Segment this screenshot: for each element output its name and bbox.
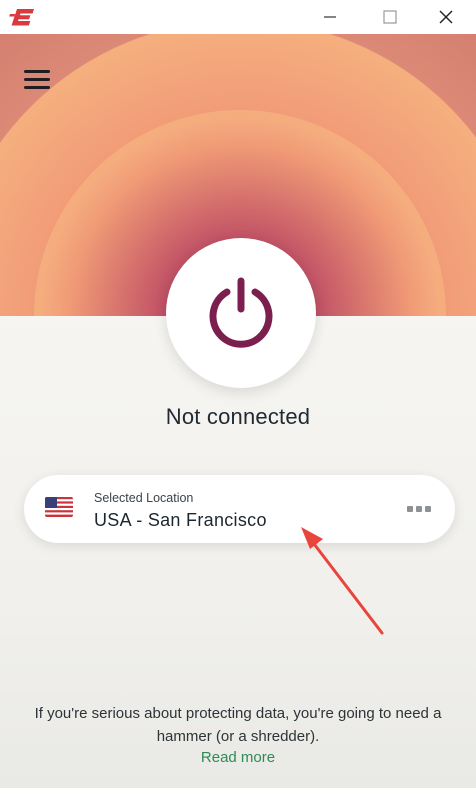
more-options-icon: [407, 506, 413, 512]
read-more-link[interactable]: Read more: [0, 749, 476, 766]
title-bar: [0, 0, 476, 34]
close-icon: [439, 10, 453, 24]
more-options-icon-dot: [416, 506, 422, 512]
maximize-button[interactable]: [360, 0, 420, 34]
menu-button[interactable]: [24, 64, 56, 94]
maximize-icon: [383, 10, 397, 24]
annotation-arrow: [301, 527, 384, 635]
more-options-button[interactable]: [402, 499, 436, 519]
selected-location-label: Selected Location: [94, 491, 194, 505]
hamburger-menu-icon: [24, 69, 50, 73]
connect-power-button[interactable]: [166, 238, 316, 388]
minimize-icon: [324, 16, 336, 18]
selected-location-value: USA - San Francisco: [94, 510, 267, 530]
hamburger-menu-icon-line: [24, 85, 50, 89]
power-icon: [209, 277, 273, 348]
connection-status: Not connected: [165, 404, 311, 429]
close-button[interactable]: [416, 0, 476, 34]
minimize-button[interactable]: [300, 0, 360, 34]
us-flag-icon: [45, 497, 73, 517]
hamburger-menu-icon-line: [24, 77, 50, 81]
more-options-icon-dot: [425, 506, 431, 512]
expressvpn-logo-icon: [9, 9, 34, 26]
tip-text: If you're serious about protecting data,…: [34, 705, 442, 745]
